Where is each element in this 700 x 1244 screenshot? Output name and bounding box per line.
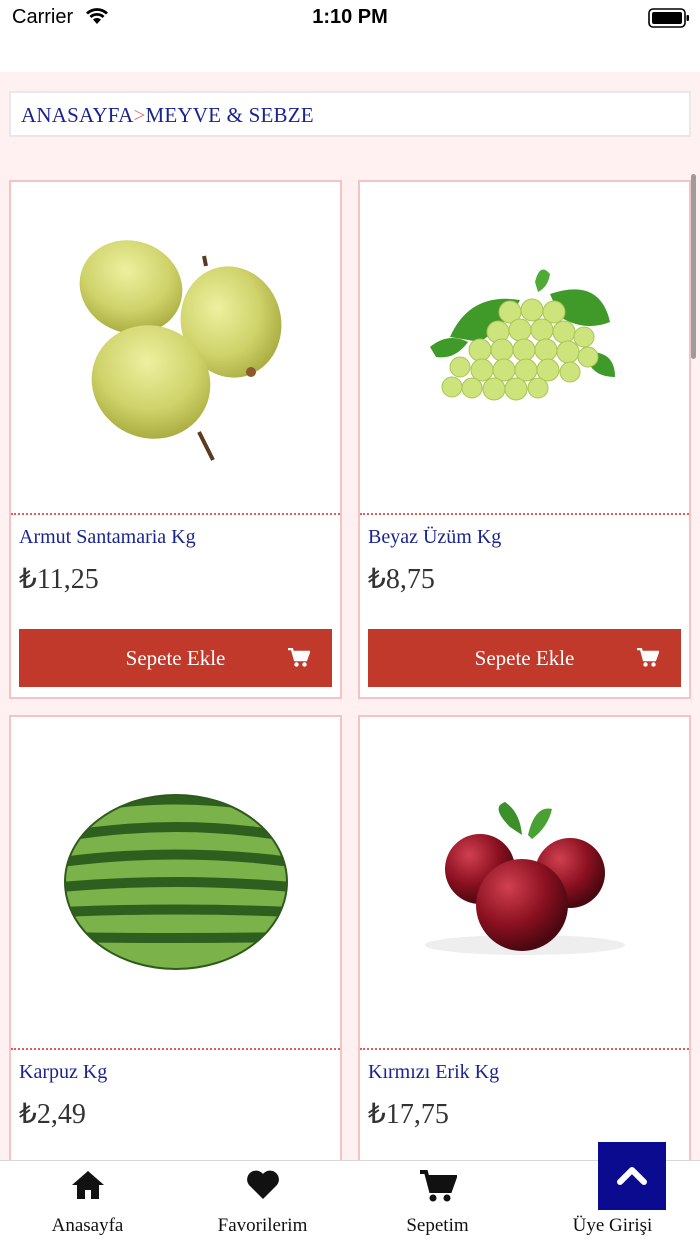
product-price: ₺2,49 <box>19 1099 86 1130</box>
tab-favorites[interactable]: Favorilerim <box>175 1161 350 1244</box>
cart-icon <box>419 1170 457 1202</box>
cart-icon <box>637 648 659 667</box>
tab-home-label: Anasayfa <box>51 1215 124 1236</box>
breadcrumb-home-link[interactable]: ANASAYFA <box>21 103 133 127</box>
product-image-pears[interactable] <box>11 182 340 515</box>
battery-icon <box>648 8 689 28</box>
tab-cart[interactable]: Sepetim <box>350 1161 525 1244</box>
product-card[interactable]: Armut Santamaria Kg ₺11,25 Sepete Ekle <box>9 180 342 699</box>
tab-cart-label: Sepetim <box>406 1215 469 1236</box>
product-list-page: ANASAYFA>MEYVE & SEBZE Armut Santamaria … <box>0 72 700 1160</box>
breadcrumb: ANASAYFA>MEYVE & SEBZE <box>9 91 691 137</box>
add-to-cart-label: Sepete Ekle <box>474 646 575 670</box>
chevron-up-icon <box>617 1167 647 1185</box>
product-name[interactable]: Karpuz Kg <box>19 1061 107 1084</box>
status-bar: Carrier 1:10 PM <box>0 0 700 40</box>
product-price: ₺17,75 <box>368 1099 449 1130</box>
clock: 1:10 PM <box>312 6 388 28</box>
product-price: ₺11,25 <box>19 564 99 595</box>
add-to-cart-button[interactable]: Sepete Ekle <box>368 629 681 687</box>
add-to-cart-label: Sepete Ekle <box>125 646 226 670</box>
product-card[interactable]: Beyaz Üzüm Kg ₺8,75 Sepete Ekle <box>358 180 691 699</box>
heart-icon <box>246 1170 279 1199</box>
tab-favorites-label: Favorilerim <box>217 1215 308 1236</box>
product-card[interactable]: Karpuz Kg ₺2,49 <box>9 715 342 1160</box>
product-name[interactable]: Kırmızı Erik Kg <box>368 1061 499 1084</box>
product-image-green-grapes[interactable] <box>360 182 689 515</box>
product-image-red-plums[interactable] <box>360 717 689 1050</box>
add-to-cart-button[interactable]: Sepete Ekle <box>19 629 332 687</box>
product-card[interactable]: Kırmızı Erik Kg ₺17,75 <box>358 715 691 1160</box>
product-price: ₺8,75 <box>368 564 435 595</box>
cart-icon <box>288 648 310 667</box>
breadcrumb-current: MEYVE & SEBZE <box>145 103 314 127</box>
scrollbar[interactable] <box>691 174 696 359</box>
product-image-watermelon[interactable] <box>11 717 340 1050</box>
product-name[interactable]: Beyaz Üzüm Kg <box>368 526 501 549</box>
bottom-tab-bar: Anasayfa Favorilerim Sepetim Üye Girişi <box>0 1160 700 1244</box>
tab-home[interactable]: Anasayfa <box>0 1161 175 1244</box>
breadcrumb-separator: > <box>133 103 146 127</box>
home-icon <box>71 1171 104 1199</box>
tab-member-login-label: Üye Girişi <box>572 1215 653 1236</box>
scroll-to-top-button[interactable] <box>598 1142 666 1210</box>
product-name[interactable]: Armut Santamaria Kg <box>19 526 196 549</box>
